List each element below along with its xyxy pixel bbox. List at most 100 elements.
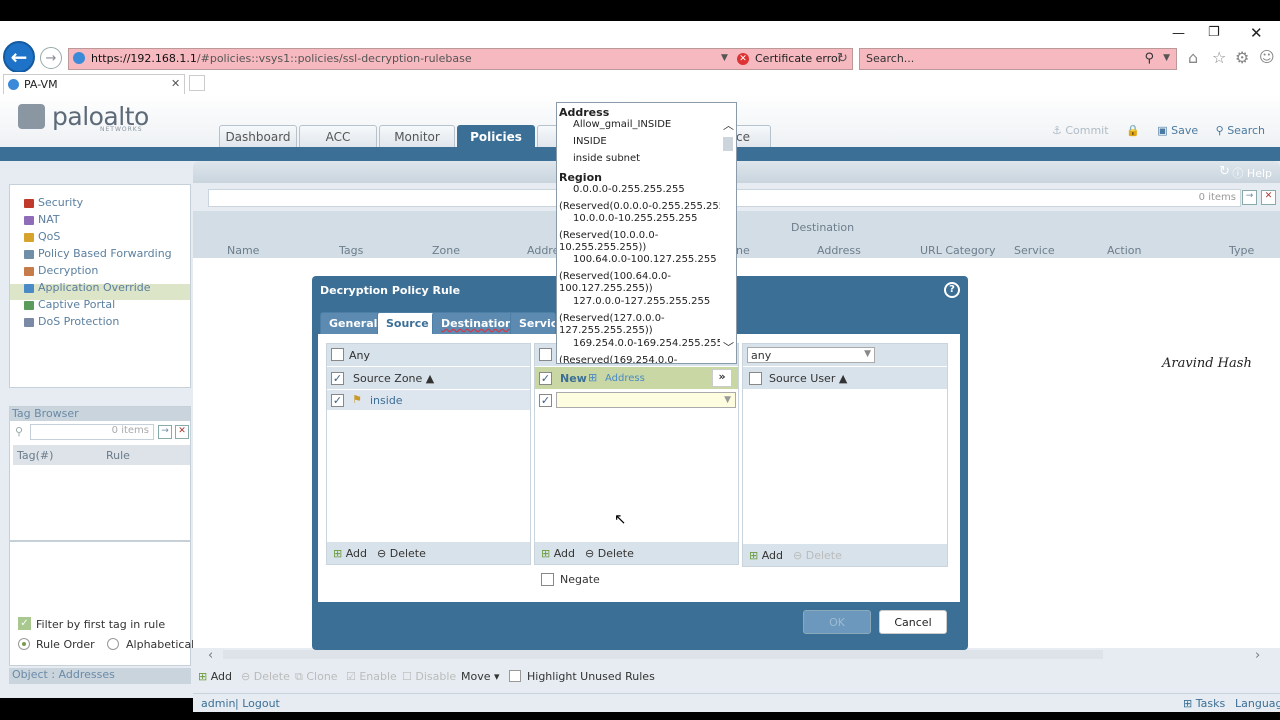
select-all-address-checkbox[interactable]: ✓ — [539, 372, 552, 385]
highlight-unused-checkbox[interactable] — [509, 670, 521, 682]
chevron-down-icon[interactable]: ▼ — [724, 395, 731, 405]
close-tab-icon[interactable]: ✕ — [171, 77, 180, 90]
add-rule-button[interactable]: ⊞ Add — [198, 670, 232, 683]
scroll-up-icon[interactable]: ︿ — [723, 117, 734, 133]
negate-checkbox[interactable] — [541, 573, 554, 586]
favorites-icon[interactable]: ☆ — [1212, 48, 1226, 67]
filter-by-tag-checkbox[interactable]: ✓ — [18, 617, 31, 630]
disable-rule-button[interactable]: ☐ Disable — [402, 670, 456, 683]
add-address-button[interactable]: ⊞ Add — [541, 547, 575, 560]
certificate-error[interactable]: Certificate error — [755, 52, 842, 65]
scroll-right-icon[interactable]: › — [1255, 648, 1260, 663]
gear-icon[interactable]: ⚙ — [1235, 48, 1249, 67]
refresh-icon[interactable]: ↻ — [1219, 164, 1230, 179]
source-user-select[interactable]: any ▼ — [747, 347, 875, 363]
dropdown-option[interactable]: INSIDE — [573, 136, 607, 147]
expand-icon[interactable]: » — [712, 369, 732, 387]
chevron-down-icon[interactable]: ▼ — [1163, 53, 1170, 63]
dropdown-option[interactable]: Allow_gmail_INSIDE — [573, 119, 671, 130]
dropdown-option[interactable]: (Reserved(10.0.0.0- — [559, 230, 658, 241]
any-checkbox[interactable] — [539, 348, 552, 361]
source-user-column[interactable]: Source User ▲ — [769, 372, 847, 385]
sidebar-item-security[interactable]: Security — [24, 196, 83, 209]
column-type[interactable]: Type — [1229, 244, 1254, 257]
object-addresses-panel[interactable]: Object : Addresses — [9, 668, 191, 684]
sidebar-item-dos[interactable]: DoS Protection — [24, 315, 119, 328]
tab-dashboard[interactable]: Dashboard — [219, 125, 297, 147]
tab-source[interactable]: Source — [377, 312, 438, 334]
sidebar-item-pbf[interactable]: Policy Based Forwarding — [24, 247, 172, 260]
dropdown-scrollbar[interactable]: ︿ ﹀ — [720, 117, 736, 354]
column-tags[interactable]: Tags — [339, 244, 363, 257]
help-icon[interactable]: ? — [944, 282, 960, 298]
dropdown-option[interactable]: 169.254.0.0-169.254.255.255 — [573, 338, 723, 349]
clear-filter-icon[interactable]: ✕ — [1261, 190, 1276, 205]
lock-icon[interactable]: 🔒 — [1126, 124, 1140, 137]
restore-button[interactable]: ❐ — [1208, 25, 1220, 40]
new-tab-button[interactable] — [189, 75, 205, 91]
delete-address-button[interactable]: ⊖ Delete — [585, 547, 634, 560]
select-all-user-checkbox[interactable] — [749, 372, 762, 385]
dropdown-option[interactable]: 127.0.0.0-127.255.255.255 — [573, 296, 710, 307]
apply-filter-icon[interactable]: → — [158, 425, 172, 439]
tab-destination[interactable]: Destination — [432, 312, 522, 334]
any-checkbox[interactable] — [331, 348, 344, 361]
column-dest-address[interactable]: Address — [817, 244, 861, 257]
address-combo-input[interactable]: ▼ — [556, 392, 736, 408]
dropdown-option[interactable]: inside subnet — [573, 153, 640, 164]
new-address-link[interactable]: Address — [605, 373, 645, 384]
column-rule[interactable]: Rule — [106, 449, 130, 462]
move-rule-button[interactable]: Move ▾ — [461, 670, 500, 683]
smiley-icon[interactable]: ☺ — [1259, 48, 1275, 66]
new-address-label[interactable]: New — [560, 372, 587, 385]
column-tag[interactable]: Tag(#) — [17, 449, 53, 462]
language-button[interactable]: Language — [1235, 697, 1280, 710]
sidebar-item-qos[interactable]: QoS — [24, 230, 60, 243]
delete-zone-button[interactable]: ⊖ Delete — [377, 547, 426, 560]
tab-acc[interactable]: ACC — [299, 125, 377, 147]
commit-button[interactable]: ⚓ Commit — [1052, 124, 1109, 137]
dropdown-option[interactable]: 10.0.0.0-10.255.255.255 — [573, 213, 697, 224]
scroll-down-icon[interactable]: ﹀ — [723, 339, 734, 355]
zone-row-checkbox[interactable]: ✓ — [331, 394, 344, 407]
search-icon[interactable]: ⚲ — [1144, 51, 1154, 66]
browser-search[interactable]: Search... ⚲ ▼ — [859, 48, 1177, 70]
dropdown-option[interactable]: 100.64.0.0-100.127.255.255 — [573, 254, 717, 265]
tab-service[interactable]: Servic — [510, 312, 556, 334]
dropdown-option[interactable]: (Reserved(0.0.0.0-0.255.255.255)) — [559, 201, 733, 212]
tab-policies[interactable]: Policies — [457, 125, 535, 147]
clone-rule-button[interactable]: ⧉ Clone — [295, 670, 338, 684]
apply-filter-icon[interactable]: → — [1242, 190, 1257, 205]
delete-rule-button[interactable]: ⊖ Delete — [241, 670, 290, 683]
forward-button[interactable]: → — [40, 47, 62, 69]
back-button[interactable]: ← — [3, 41, 35, 73]
alphabetical-radio[interactable] — [107, 638, 119, 650]
zone-row[interactable]: ✓ ⚑ inside — [327, 390, 530, 410]
scroll-thumb[interactable] — [723, 137, 733, 151]
search-button[interactable]: ⚲ Search — [1216, 124, 1265, 137]
chevron-down-icon[interactable]: ▼ — [864, 349, 871, 359]
sidebar-item-decryption[interactable]: Decryption — [24, 264, 98, 277]
horizontal-scrollbar[interactable] — [223, 650, 1103, 659]
browser-tab[interactable]: PA-VM ✕ — [3, 74, 185, 94]
home-icon[interactable]: ⌂ — [1188, 48, 1198, 67]
column-service[interactable]: Service — [1014, 244, 1055, 257]
sidebar-item-captive-portal[interactable]: Captive Portal — [24, 298, 115, 311]
column-name[interactable]: Name — [227, 244, 259, 257]
tab-monitor[interactable]: Monitor — [379, 125, 455, 147]
rule-order-radio[interactable] — [18, 638, 30, 650]
help-link[interactable]: ⓘ Help — [1232, 165, 1272, 181]
save-button[interactable]: ▣ Save — [1157, 124, 1198, 137]
add-zone-button[interactable]: ⊞ Add — [333, 547, 367, 560]
select-all-zone-checkbox[interactable]: ✓ — [331, 372, 344, 385]
tag-search-input[interactable]: 0 items — [30, 424, 154, 440]
column-url-category[interactable]: URL Category — [920, 244, 996, 257]
column-address[interactable]: Addre — [527, 244, 559, 257]
sidebar-item-nat[interactable]: NAT — [24, 213, 60, 226]
ok-button[interactable]: OK — [803, 610, 871, 634]
scroll-left-icon[interactable]: ‹ — [208, 648, 213, 663]
logout-link[interactable]: | Logout — [235, 697, 280, 710]
tasks-button[interactable]: ⊞ Tasks — [1183, 697, 1225, 710]
source-zone-column[interactable]: Source Zone ▲ — [353, 372, 434, 385]
column-zone[interactable]: Zone — [432, 244, 460, 257]
